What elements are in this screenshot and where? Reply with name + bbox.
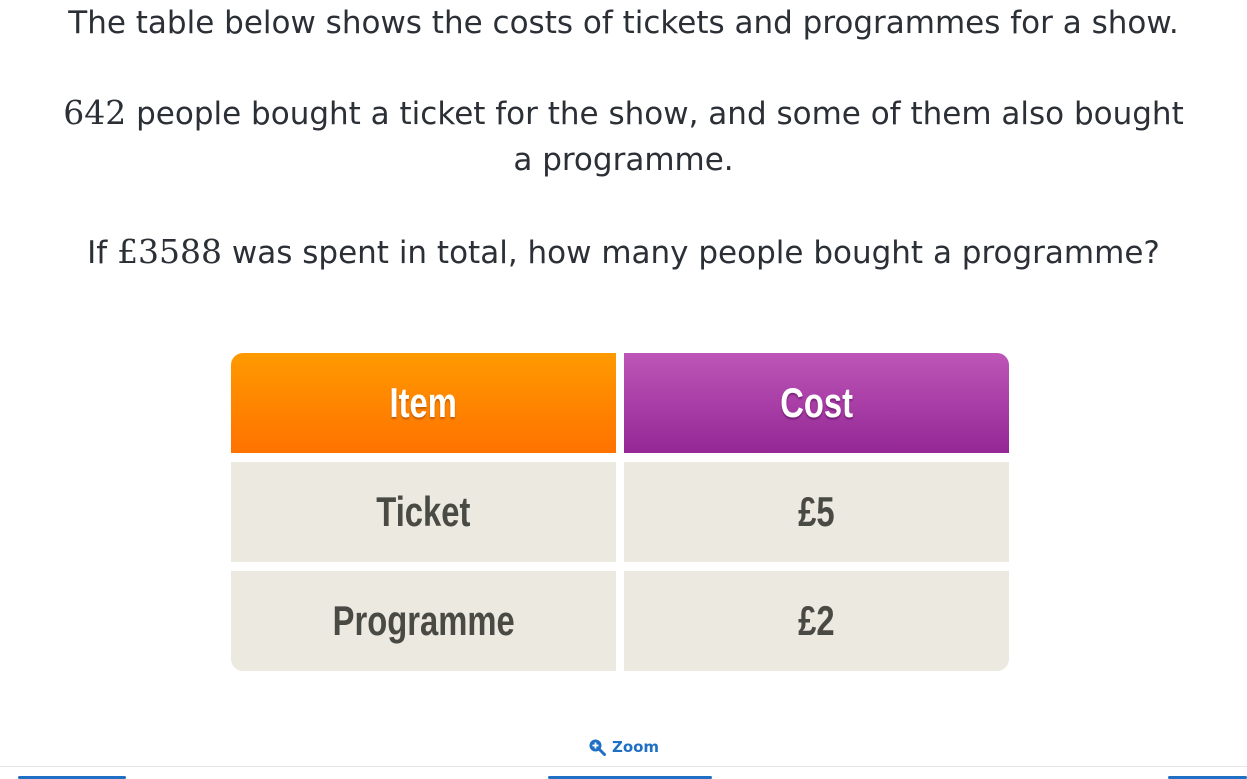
cell-cost-ticket: £5 [624, 462, 1009, 562]
question-line-2: 642 people bought a ticket for the show,… [0, 90, 1247, 137]
cell-cost-programme: £2 [624, 571, 1009, 671]
total-spent: £3588 [117, 232, 223, 271]
zoom-label: Zoom [611, 738, 660, 756]
question-line-2-continued: a programme. [513, 142, 734, 178]
table-header-row: Item Cost [231, 353, 1009, 453]
table-row: Ticket £5 [231, 462, 1009, 562]
question-line-3-prefix: If [87, 235, 118, 271]
cell-item-programme: Programme [231, 571, 616, 671]
zoom-in-icon [589, 739, 606, 756]
question-line-1: The table below shows the costs of ticke… [68, 5, 1179, 41]
question-line-2-text: people bought a ticket for the show, and… [126, 96, 1184, 132]
header-item: Item [231, 353, 616, 453]
cost-table: Item Cost Ticket £5 Programme £2 [231, 353, 1009, 671]
header-cost: Cost [624, 353, 1009, 453]
cell-item-ticket: Ticket [231, 462, 616, 562]
table-row: Programme £2 [231, 571, 1009, 671]
bottom-divider [0, 766, 1247, 767]
people-count: 642 [63, 93, 127, 132]
question-line-3: If £3588 was spent in total, how many pe… [0, 229, 1247, 276]
zoom-button[interactable]: Zoom [0, 738, 1247, 756]
question-line-3-text: was spent in total, how many people boug… [222, 235, 1160, 271]
